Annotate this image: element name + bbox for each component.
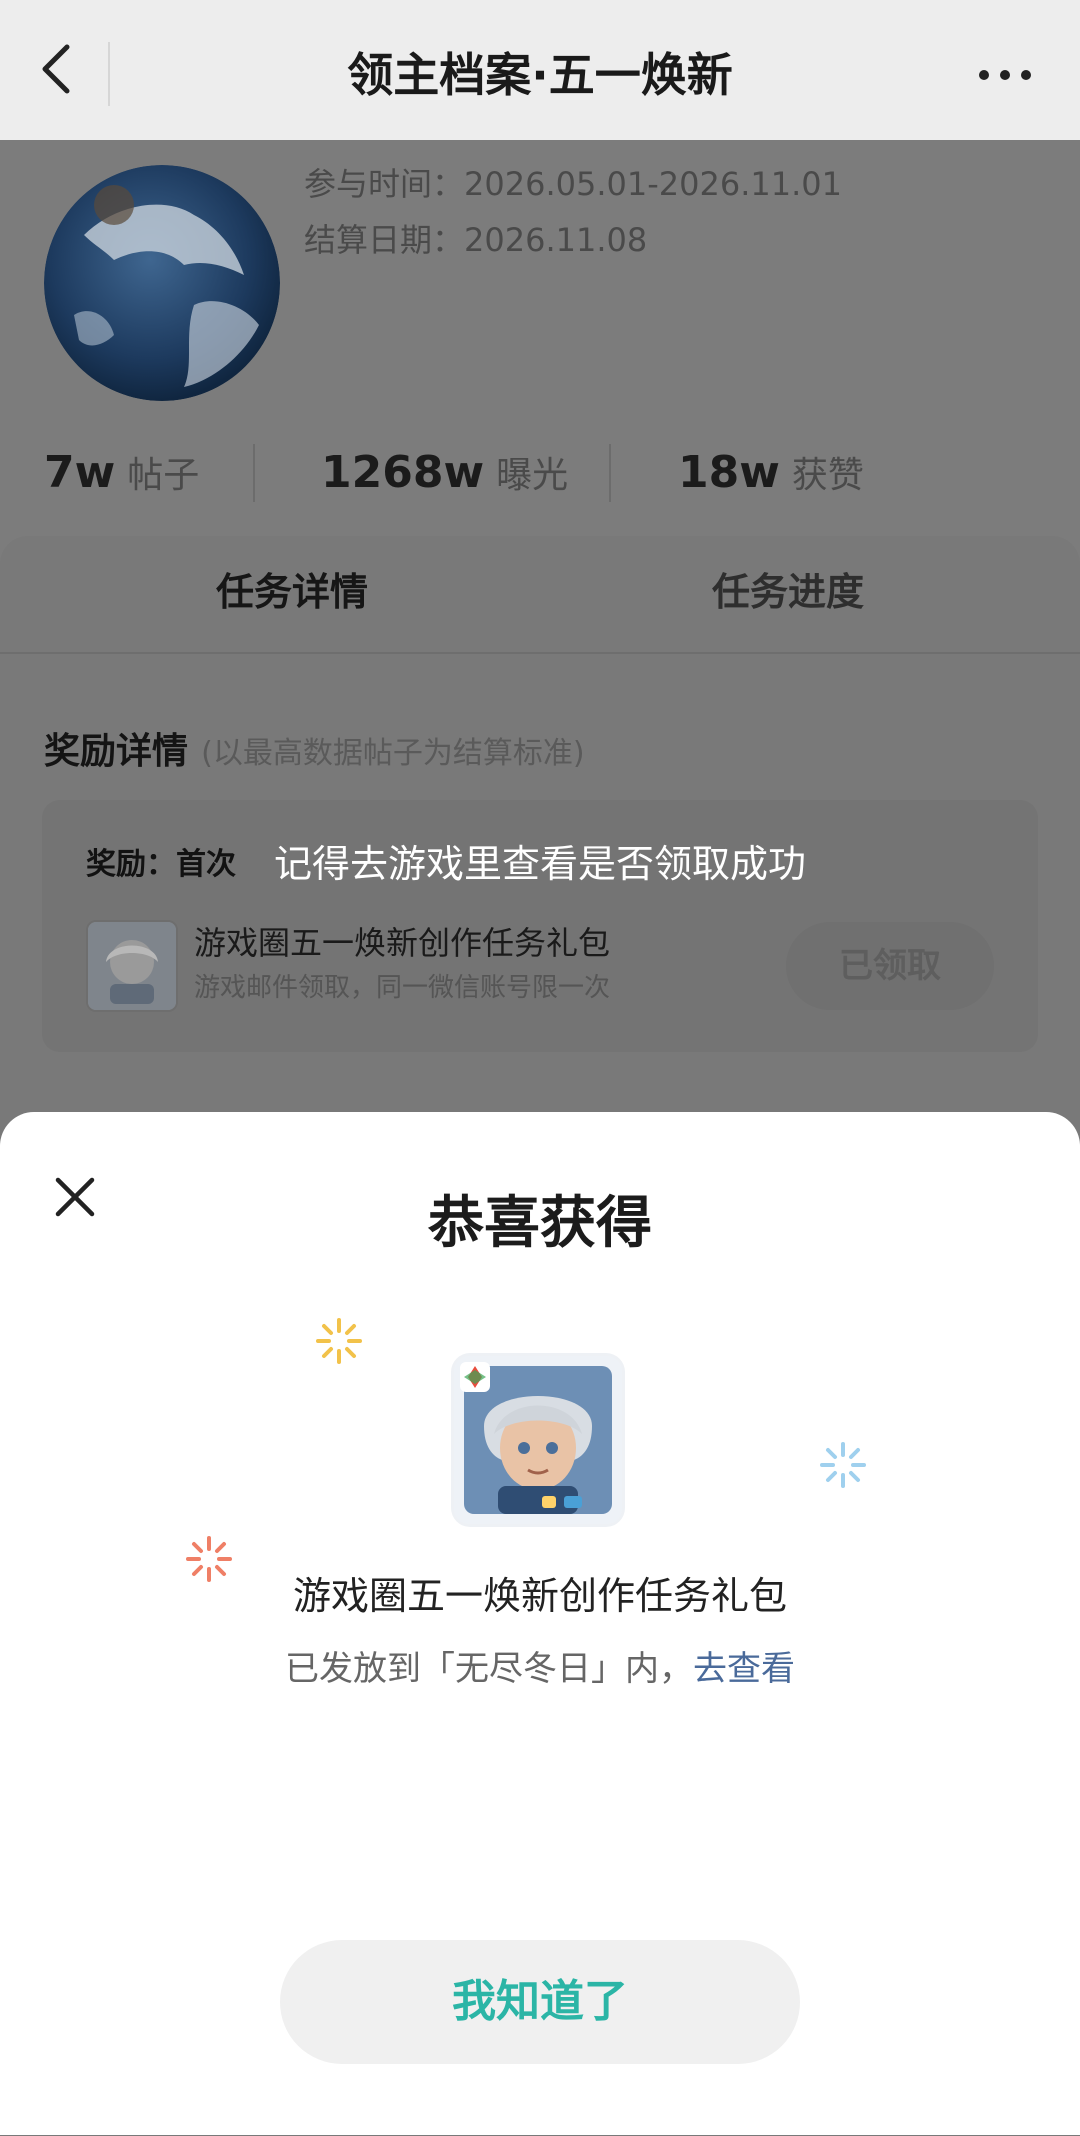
avatar (44, 165, 280, 401)
gift-name: 游戏圈五一焕新创作任务礼包 (292, 1574, 787, 1618)
stat-label: 获赞 (791, 455, 864, 496)
stat-label: 曝光 (496, 455, 569, 496)
stat-value: 1268w (321, 446, 485, 498)
view-link[interactable]: 去查看 (693, 1649, 795, 1689)
reward-item-desc: 游戏邮件领取，同一微信账号限一次 (194, 973, 611, 1003)
character-portrait-image (454, 1356, 622, 1524)
globe-avatar-image (44, 165, 280, 401)
sparkle-icon-blue (820, 1442, 866, 1488)
more-button[interactable] (970, 40, 1040, 110)
stat-posts: 7w 帖子 (44, 432, 199, 512)
stat-exposure: 1268w 曝光 (321, 432, 568, 512)
page-title: 领主档案·五一焕新 (347, 48, 733, 102)
stats-row: 7w 帖子 1268w 曝光 18w 获赞 (0, 432, 1080, 512)
gift-thumbnail-image (88, 922, 176, 1010)
stat-value: 18w (678, 446, 780, 498)
sparkle-icon-yellow (316, 1318, 362, 1364)
nav-divider (108, 42, 110, 106)
gift-delivery-text: 已发放到「无尽冬日」内，去查看 (0, 1642, 1080, 1696)
modal-title: 恭喜获得 (428, 1191, 652, 1256)
chevron-left-icon (42, 44, 70, 94)
settlement-date: 结算日期：2026.11.08 (304, 221, 648, 259)
reward-note: (以最高数据帖子为结算标准) (201, 736, 585, 771)
tab-task-progress[interactable]: 任务进度 (712, 552, 864, 632)
toast-message: 记得去游戏里查看是否领取成功 (273, 842, 806, 886)
confirm-button[interactable]: 我知道了 (280, 1940, 800, 2064)
reward-item-name: 游戏圈五一焕新创作任务礼包 (194, 924, 611, 962)
gift-sent-text: 已发放到「无尽冬日」内， (285, 1649, 693, 1689)
tab-divider (0, 652, 1080, 654)
more-dots-icon (979, 70, 1031, 80)
reward-header: 奖励详情 (以最高数据帖子为结算标准) (44, 722, 585, 782)
stat-label: 帖子 (127, 455, 200, 496)
claimed-button[interactable]: 已领取 (786, 922, 994, 1010)
tab-task-details[interactable]: 任务详情 (216, 552, 368, 632)
stat-divider (253, 444, 255, 502)
participation-time: 参与时间：2026.05.01-2026.11.01 (304, 165, 842, 203)
stat-value: 7w (44, 446, 116, 498)
reward-title: 奖励详情 (44, 731, 189, 772)
reward-thumbnail (86, 920, 178, 1012)
gift-image (454, 1356, 622, 1524)
back-button[interactable] (22, 34, 92, 104)
stat-divider (609, 444, 611, 502)
stat-likes: 18w 获赞 (678, 432, 864, 512)
